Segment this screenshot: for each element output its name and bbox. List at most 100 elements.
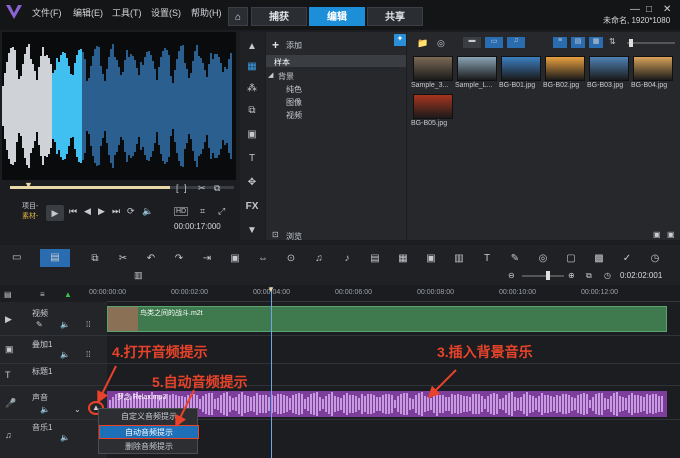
timer-icon[interactable]: ◷ [604,271,611,280]
tree-item-solid[interactable]: 纯色 [286,84,302,95]
overlay-mute-icon[interactable]: 🔈 [60,350,70,359]
library-thumbnail[interactable] [413,94,453,119]
fullscreen-icon[interactable]: ⤢ [218,206,225,217]
instant-project-icon[interactable]: ⁂ [245,82,259,96]
chapter-icon[interactable]: ≡ [40,290,45,299]
library-thumbnail[interactable] [457,56,497,81]
zoom-handle[interactable] [546,271,550,280]
tab-capture[interactable]: 捕获 [251,7,307,26]
tree-item-video[interactable]: 视频 [286,110,302,121]
down-arrow-icon[interactable]: ▼ [245,224,259,238]
go-start-icon[interactable]: ⏮ [69,206,77,217]
title-icon[interactable]: T [245,152,259,166]
expand-panel-icon[interactable]: ▣ [667,230,675,239]
video-edit-icon[interactable]: ✎ [36,320,43,329]
zoom-in-icon[interactable]: ⊕ [568,271,575,280]
expand-icon[interactable]: ✦ [394,34,406,46]
clip-mode-label[interactable]: 素材- [22,211,38,221]
pip-icon[interactable]: ▥ [452,252,466,266]
thumb-size-handle[interactable] [629,39,633,47]
trim-icon[interactable]: ⇥ [200,252,214,266]
browse-icon[interactable]: ⊡ [272,230,279,239]
timer-icon[interactable]: ◷ [648,252,662,266]
copy-icon[interactable]: ⧉ [214,183,220,194]
grid-view-icon[interactable]: ▦ [589,37,603,48]
maximize-icon[interactable]: □ [646,4,652,15]
track-manager-icon[interactable]: ▤ [4,290,12,299]
video-ripple-icon[interactable]: ⁞⁞ [86,320,90,329]
list-view-icon[interactable]: ≡ [553,37,567,48]
text-icon[interactable]: ▣ [424,252,438,266]
library-thumbnail[interactable] [545,56,585,81]
go-end-icon[interactable]: ⏭ [112,206,120,217]
graphics-icon[interactable]: ✥ [245,176,259,190]
timeline-ruler[interactable]: 00:00:00:0000:00:02:0000:00:04:0000:00:0… [89,286,680,302]
thumb-view-icon[interactable]: ▤ [571,37,585,48]
video-mute-icon[interactable]: 🔈 [60,320,70,329]
effect-icon[interactable]: ▣ [245,128,259,142]
redo-icon[interactable]: ↷ [172,252,186,266]
media-icon[interactable]: ▦ [245,60,259,74]
zoom-out-icon[interactable]: ⊖ [508,271,515,280]
tree-item-background[interactable]: 背景 [278,71,294,82]
hd-toggle[interactable]: HD [174,207,189,216]
fit-icon[interactable]: ⧉ [586,271,592,281]
volume-icon[interactable]: 🔈 [142,206,153,217]
add-chapter-icon[interactable]: ▲ [64,290,72,299]
tracking-icon[interactable]: ✓ [620,252,634,266]
transition-icon[interactable]: ⧉ [245,104,259,118]
filter-photo-icon[interactable]: ▭ [485,37,503,48]
browse-button[interactable]: 浏览 [286,231,302,242]
video-clip[interactable]: 鸟类之间的战斗.m2t [107,306,667,332]
up-arrow-icon[interactable]: ▲ [245,40,259,54]
music-mute-icon[interactable]: 🔈 [60,433,70,442]
menu-tools[interactable]: 工具(T) [112,6,142,19]
menu-edit[interactable]: 编辑(E) [73,6,103,19]
filter-video-icon[interactable]: ▬ [463,37,481,48]
prev-frame-icon[interactable]: ◀ [84,206,91,217]
audio-icon[interactable]: ♪ [340,252,354,266]
timecode-display[interactable]: 00:00:17:000 [174,222,221,231]
project-mode-label[interactable]: 项目- [22,201,38,211]
library-thumbnail[interactable] [633,56,673,81]
3d-icon[interactable]: T [480,252,494,266]
mark-out-icon[interactable]: ] [184,183,187,193]
mix-icon[interactable]: ♫ [312,252,326,266]
mark-in-icon[interactable]: [ [176,183,179,193]
playhead-handle-icon[interactable]: ▼ [267,285,275,294]
repeat-icon[interactable]: ⟳ [127,206,135,217]
collapse-icon[interactable]: ▣ [653,230,661,239]
storyboard-view-icon[interactable]: ▭ [12,252,21,263]
filter-icon[interactable]: FX [245,200,259,214]
undo-icon[interactable]: ↶ [144,252,158,266]
menu-settings[interactable]: 设置(S) [151,6,181,19]
preview-window[interactable] [2,32,236,180]
track-manager[interactable]: ⧉ [88,252,102,266]
tree-item-image[interactable]: 图像 [286,97,302,108]
motion-icon[interactable]: ⇔ [256,252,270,266]
add-icon[interactable]: + [272,38,279,52]
sort-icon[interactable]: ⇅ [609,37,616,46]
record-icon[interactable]: ◎ [437,38,445,49]
library-thumbnail[interactable] [501,56,541,81]
tree-expand-icon[interactable]: ◢ [268,71,273,79]
subtitle-icon[interactable]: ▦ [396,252,410,266]
folder-icon[interactable]: 📁 [417,38,428,49]
library-thumbnail[interactable] [589,56,629,81]
smart-icon[interactable]: ▤ [368,252,382,266]
add-folder-button[interactable]: 添加 [286,40,302,51]
crop-icon[interactable]: ⌗ [200,206,205,217]
subtitle-icon[interactable]: ▥ [134,270,143,281]
timeline-view-icon[interactable]: ▤ [40,249,70,267]
voice-mute-icon[interactable]: 🔈 [40,405,50,414]
zoom-slider[interactable] [522,275,564,277]
play-button[interactable]: ▶ [46,205,64,221]
tree-item-samples[interactable]: 样本 [274,57,290,68]
color-icon[interactable]: ✎ [508,252,522,266]
thumb-size-slider[interactable] [627,42,675,44]
record-icon[interactable]: ⊙ [284,252,298,266]
speed-icon[interactable]: ◎ [536,252,550,266]
close-icon[interactable]: ✕ [663,4,671,15]
multi-trim-icon[interactable]: ▣ [228,252,242,266]
next-frame-icon[interactable]: ▶ [98,206,105,217]
